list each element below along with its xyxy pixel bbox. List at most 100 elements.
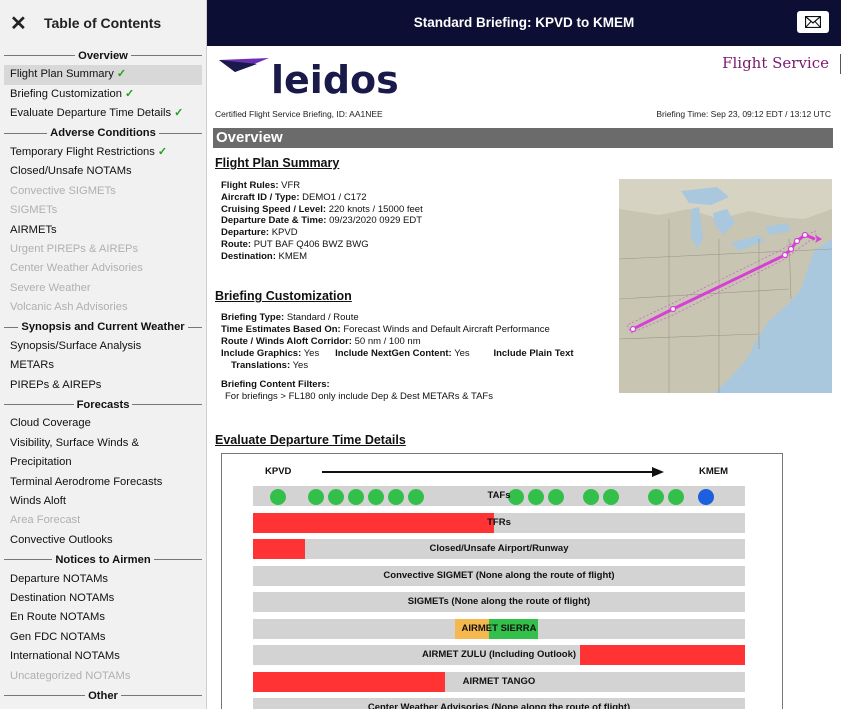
sidebar-item[interactable]: Convective Outlooks: [0, 531, 206, 550]
section-divider: [130, 55, 203, 57]
hazard-row[interactable]: TFRs: [253, 512, 745, 533]
sidebar-section-header: Overview: [0, 46, 206, 65]
sidebar-item[interactable]: Synopsis/Surface Analysis: [0, 337, 206, 356]
mail-icon: [805, 16, 821, 28]
flight-plan-field: Flight Rules: VFR: [221, 180, 301, 191]
logo-swoosh-icon: [219, 58, 269, 72]
sidebar-item: SIGMETs: [0, 201, 206, 220]
sidebar-item-label: Closed/Unsafe NOTAMs: [10, 165, 132, 178]
hazard-row[interactable]: Closed/Unsafe Airport/Runway: [253, 539, 745, 559]
sidebar-item[interactable]: En Route NOTAMs: [0, 608, 206, 627]
sidebar-item: Severe Weather: [0, 279, 206, 298]
sidebar-item[interactable]: Closed/Unsafe NOTAMs: [0, 162, 206, 181]
sidebar-item: Uncategorized NOTAMs: [0, 667, 206, 686]
sidebar-item-label: Winds Aloft: [10, 494, 66, 507]
hazard-row-label: TFRs: [487, 516, 511, 528]
checkmark-icon: ✓: [124, 87, 135, 100]
sidebar-item[interactable]: Temporary Flight Restrictions ✓: [0, 143, 206, 162]
translations-line: Translations: Yes: [231, 360, 309, 371]
section-divider: [132, 404, 203, 406]
sidebar-item[interactable]: Precipitation: [0, 453, 206, 472]
hazard-row-label: Convective SIGMET (None along the route …: [383, 569, 615, 581]
sidebar-item: Convective SIGMETs: [0, 182, 206, 201]
include-options-line: Include Graphics: Yes Include NextGen Co…: [221, 348, 574, 359]
sidebar-item-label: METARs: [10, 359, 54, 372]
logo-text: leidos: [271, 58, 399, 102]
section-divider: [4, 695, 86, 697]
sidebar-item[interactable]: Winds Aloft: [0, 492, 206, 511]
briefing-type-line: Briefing Type: Standard / Route: [221, 312, 359, 323]
sidebar-item[interactable]: Terminal Aerodrome Forecasts: [0, 473, 206, 492]
hazard-row-label: Center Weather Advisories (None along th…: [367, 702, 631, 709]
corridor-line: Route / Winds Aloft Corridor: 50 nm / 10…: [221, 336, 421, 347]
sidebar-item[interactable]: Evaluate Departure Time Details ✓: [0, 104, 206, 123]
sidebar-item-label: Severe Weather: [10, 281, 91, 294]
sidebar-item-label: Synopsis/Surface Analysis: [10, 339, 142, 352]
sidebar-item[interactable]: Destination NOTAMs: [0, 589, 206, 608]
content-filters-value: For briefings > FL180 only include Dep &…: [225, 391, 493, 402]
close-icon[interactable]: ✕: [10, 11, 40, 36]
section-divider: [120, 695, 202, 697]
flight-plan-field: Aircraft ID / Type: DEMO1 / C172: [221, 191, 367, 203]
sidebar-item-label: Destination NOTAMs: [10, 591, 115, 604]
content-filters-heading: Briefing Content Filters:: [221, 379, 330, 390]
section-divider: [153, 559, 203, 561]
hazard-row[interactable]: SIGMETs (None along the route of flight): [253, 592, 745, 612]
hazard-row[interactable]: AIRMET TANGO: [253, 671, 745, 692]
sidebar-section-header: Notices to Airmen: [0, 550, 206, 569]
sidebar-item[interactable]: Flight Plan Summary ✓: [4, 65, 202, 85]
sidebar-item[interactable]: AIRMETs: [0, 221, 206, 240]
route-map-graphic: [619, 179, 832, 393]
sidebar-item[interactable]: METARs: [0, 356, 206, 375]
hazard-row[interactable]: AIRMET ZULU (Including Outlook): [253, 645, 745, 665]
sidebar-item: Urgent PIREPs & AIREPs: [0, 240, 206, 259]
sidebar-item-label: Convective Outlooks: [10, 533, 113, 546]
sidebar-item[interactable]: Visibility, Surface Winds &: [0, 434, 206, 453]
checkmark-icon: ✓: [174, 107, 184, 120]
flight-plan-field: Departure Date & Time: 09/23/2020 0929 E…: [221, 215, 423, 227]
sidebar-item[interactable]: Briefing Customization ✓: [0, 85, 206, 104]
sidebar-section-header: Adverse Conditions: [0, 124, 206, 143]
checkmark-icon: ✓: [157, 145, 168, 158]
top-bar: Standard Briefing: KPVD to KMEM: [207, 0, 841, 46]
sidebar-item[interactable]: Departure NOTAMs: [0, 570, 206, 589]
email-button[interactable]: [797, 11, 829, 33]
overview-heading: Overview: [213, 128, 833, 148]
briefing-title: Standard Briefing: KPVD to KMEM: [413, 15, 635, 30]
flight-plan-field: Departure: KPVD: [221, 227, 298, 239]
sidebar-item-label: SIGMETs: [10, 204, 58, 217]
certified-briefing-id: Certified Flight Service Briefing, ID: A…: [215, 109, 383, 119]
section-label: Forecasts: [76, 398, 130, 411]
hazard-row[interactable]: Center Weather Advisories (None along th…: [253, 698, 745, 709]
sidebar-item-label: Cloud Coverage: [10, 417, 91, 430]
hazard-row[interactable]: Convective SIGMET (None along the route …: [253, 565, 745, 586]
sidebar-item[interactable]: Gen FDC NOTAMs: [0, 628, 206, 647]
hazard-row-label: AIRMET SIERRA: [461, 622, 537, 634]
sidebar-item[interactable]: International NOTAMs: [0, 647, 206, 666]
tafs-row[interactable]: TAFs: [253, 486, 745, 506]
sidebar-item: Volcanic Ash Advisories: [0, 298, 206, 317]
flight-plan-field: Cruising Speed / Level: 220 knots / 1500…: [221, 203, 423, 215]
sidebar-item-label: Uncategorized NOTAMs: [10, 669, 131, 682]
sidebar-item-label: Terminal Aerodrome Forecasts: [10, 475, 163, 488]
sidebar-item-label: En Route NOTAMs: [10, 611, 105, 624]
time-estimates-line: Time Estimates Based On: Forecast Winds …: [221, 324, 550, 335]
sidebar-section-header: Synopsis and Current Weather: [0, 317, 206, 336]
section-label: Overview: [78, 49, 128, 62]
section-label: Adverse Conditions: [50, 127, 156, 140]
flight-service-label: Flight Service: [722, 54, 829, 72]
sidebar-item[interactable]: PIREPs & AIREPs: [0, 376, 206, 395]
sidebar-list: Overview Flight Plan Summary ✓ Briefing Cus…: [0, 46, 206, 705]
sidebar-item-label: Center Weather Advisories: [10, 262, 143, 275]
hazard-row-label: AIRMET ZULU (Including Outlook): [421, 649, 577, 660]
sidebar-section-header: Other: [0, 686, 206, 705]
route-map[interactable]: [619, 179, 832, 393]
sidebar-item-label: AIRMETs: [10, 223, 57, 236]
sidebar-item-label: Briefing Customization: [10, 87, 122, 100]
section-divider: [4, 326, 19, 328]
hazard-row[interactable]: AIRMET SIERRA: [253, 618, 745, 639]
hazard-row-label: AIRMET TANGO: [462, 675, 536, 687]
section-divider: [158, 132, 202, 134]
sidebar-item[interactable]: Cloud Coverage: [0, 414, 206, 433]
section-label: Other: [88, 689, 118, 702]
